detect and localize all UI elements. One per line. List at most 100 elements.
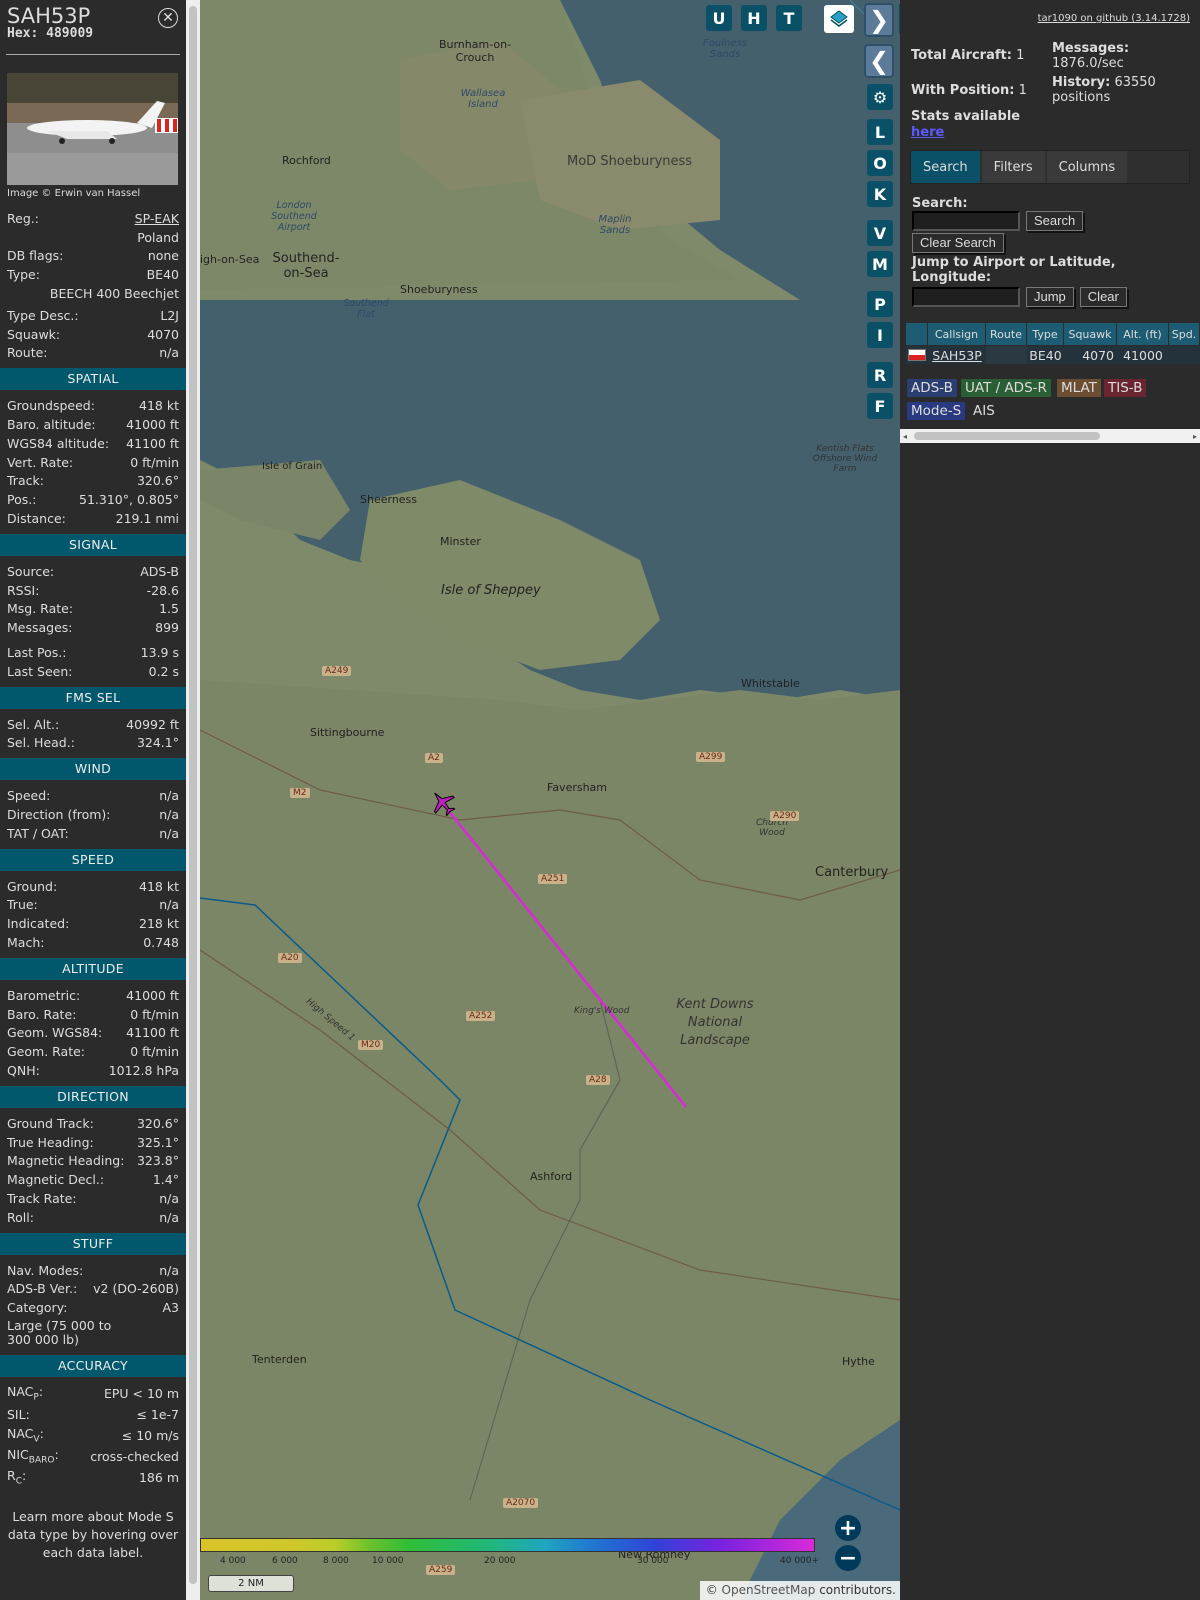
- row-squawk: 4070: [1082, 347, 1114, 363]
- aircraft-photo[interactable]: [7, 73, 178, 185]
- tat-oat-row: TAT / OAT: n/a: [7, 825, 179, 841]
- map-label-church-wood: Church Wood: [755, 818, 789, 838]
- search-label: Search:: [912, 196, 968, 211]
- search-input[interactable]: [912, 211, 1020, 231]
- tab-columns[interactable]: Columns: [1046, 151, 1128, 183]
- hscrollbar-thumb[interactable]: [914, 432, 1100, 440]
- ground-speed-row: Ground: 418 kt: [7, 878, 179, 894]
- map-label-burnham: Burnham-on-Crouch: [438, 38, 512, 64]
- altitude-color-legend: [200, 1538, 815, 1552]
- map-label-shoeburyness: Shoeburyness: [400, 283, 478, 296]
- toggle-v-button[interactable]: V: [867, 220, 893, 246]
- category-desc: Large (75 000 to 300 000 lb): [7, 1318, 112, 1348]
- toggle-u-button[interactable]: U: [706, 5, 732, 31]
- row-route: [986, 346, 1027, 364]
- rc-row: RC: 186 m: [7, 1468, 179, 1487]
- column-header[interactable]: Spd.: [1169, 323, 1199, 345]
- adsb-version-row: ADS-B Ver.: v2 (DO-260B): [7, 1281, 179, 1297]
- source-uat-badge[interactable]: UAT / ADS-R: [961, 379, 1051, 397]
- sidebar-scrollbar[interactable]: [186, 0, 200, 1600]
- source-adsb-badge[interactable]: ADS-B: [907, 379, 957, 397]
- road-label: A2: [425, 753, 443, 763]
- close-icon[interactable]: ✕: [158, 8, 178, 28]
- section-accuracy: ACCURACY: [0, 1355, 186, 1378]
- map-label-kings-wood: King's Wood: [574, 1006, 630, 1016]
- source-tisb-badge[interactable]: TIS-B: [1104, 379, 1147, 397]
- source-mlat-badge[interactable]: MLAT: [1057, 379, 1101, 397]
- toggle-r-button[interactable]: R: [867, 362, 893, 388]
- jump-label: Jump to Airport or Latitude, Longitude:: [912, 255, 1116, 285]
- magnetic-decl-row: Magnetic Decl.: 1.4°: [7, 1172, 179, 1188]
- roll-row: Roll: n/a: [7, 1209, 179, 1225]
- expand-right-icon[interactable]: ❯: [864, 3, 894, 37]
- section-stuff: STUFF: [0, 1232, 186, 1255]
- row-callsign[interactable]: SAH53P: [928, 348, 986, 363]
- wind-speed-row: Speed: n/a: [7, 788, 179, 804]
- poland-flag-icon: [906, 349, 928, 361]
- road-label: A251: [538, 874, 568, 884]
- squawk-row: Squawk: 4070: [7, 326, 179, 342]
- sel-alt-row: Sel. Alt.: 40992 ft: [7, 716, 179, 732]
- indicated-speed-row: Indicated: 218 kt: [7, 916, 179, 932]
- true-speed-row: True: n/a: [7, 897, 179, 913]
- table-row[interactable]: SAH53P BE40 4070 41000: [906, 346, 1200, 364]
- source-modes-badge[interactable]: Mode-S: [907, 402, 966, 420]
- road-label: A20: [278, 953, 302, 963]
- section-altitude: ALTITUDE: [0, 957, 186, 980]
- jump-button[interactable]: Jump: [1026, 287, 1074, 307]
- road-label: M20: [358, 1040, 384, 1050]
- toggle-k-button[interactable]: K: [867, 181, 893, 207]
- column-header[interactable]: Route: [986, 323, 1026, 345]
- settings-gear-icon[interactable]: ⚙: [867, 84, 893, 110]
- toggle-p-button[interactable]: P: [867, 291, 893, 317]
- stats-here-link[interactable]: here: [911, 125, 944, 140]
- map-label-leigh: igh-on-Sea: [200, 253, 260, 266]
- map-label-sheerness: Sheerness: [360, 493, 418, 506]
- zoom-out-icon[interactable]: −: [835, 1545, 861, 1571]
- aircraft-table: Callsign Route Type Squawk Alt. (ft) Spd…: [906, 323, 1200, 365]
- clear-jump-button[interactable]: Clear: [1079, 287, 1127, 307]
- typedesc-row: Type Desc.: L2J: [7, 307, 179, 323]
- legend-tick: 6 000: [272, 1556, 298, 1566]
- last-pos-row: Last Pos.: 13.9 s: [7, 645, 179, 661]
- legend-tick: 4 000: [220, 1556, 246, 1566]
- geom-rate-row: Geom. Rate: 0 ft/min: [7, 1044, 179, 1060]
- aircraft-marker-icon[interactable]: [428, 788, 458, 818]
- stats-available: Stats available: [911, 109, 1021, 124]
- clear-search-button[interactable]: Clear Search: [912, 233, 1004, 253]
- toggle-f-button[interactable]: F: [867, 393, 893, 419]
- map-label-southend: Southend-on-Sea: [272, 251, 340, 281]
- map-attribution[interactable]: © OpenStreetMap contributors.: [700, 1581, 900, 1600]
- section-direction: DIRECTION: [0, 1085, 186, 1108]
- column-header[interactable]: Alt. (ft): [1117, 323, 1168, 345]
- source-ais-badge[interactable]: AIS: [969, 402, 999, 420]
- toggle-i-button[interactable]: I: [867, 322, 893, 348]
- search-button[interactable]: Search: [1026, 211, 1084, 231]
- route-row: Route: n/a: [7, 345, 179, 361]
- registration-link[interactable]: SP-EAK: [135, 211, 179, 226]
- github-link[interactable]: tar1090 on github (3.14.1728): [1038, 13, 1190, 24]
- column-header[interactable]: Squawk: [1064, 323, 1116, 345]
- groundspeed-row: Groundspeed: 418 kt: [7, 398, 179, 414]
- map-label-sittingbourne: Sittingbourne: [310, 726, 385, 739]
- toggle-o-button[interactable]: O: [867, 150, 893, 176]
- scrollbar-thumb[interactable]: [189, 6, 197, 1584]
- distance-row: Distance: 219.1 nmi: [7, 511, 179, 527]
- tab-filters[interactable]: Filters: [981, 151, 1045, 183]
- table-hscrollbar[interactable]: ◂ ▸: [900, 429, 1200, 443]
- aircraft-info-panel: SAH53P Hex: 489009 ✕ Image © Erwin van H…: [0, 0, 186, 1600]
- collapse-left-icon[interactable]: ❮: [864, 44, 894, 78]
- magnetic-heading-row: Magnetic Heading: 323.8°: [7, 1153, 179, 1169]
- toggle-l-button[interactable]: L: [867, 119, 893, 145]
- map-view[interactable]: Burnham-on-Crouch Wallasea Island Foulne…: [200, 0, 900, 1600]
- toggle-m-button[interactable]: M: [867, 251, 893, 277]
- layers-icon[interactable]: [824, 5, 854, 33]
- column-header[interactable]: Type: [1027, 323, 1063, 345]
- zoom-in-icon[interactable]: +: [835, 1515, 861, 1541]
- toggle-h-button[interactable]: H: [741, 5, 767, 31]
- toggle-t-button[interactable]: T: [776, 5, 802, 31]
- jump-input[interactable]: [912, 287, 1020, 307]
- column-header[interactable]: Callsign: [928, 323, 985, 345]
- panel-tabs: Search Filters Columns: [910, 150, 1190, 184]
- tab-search[interactable]: Search: [911, 151, 980, 183]
